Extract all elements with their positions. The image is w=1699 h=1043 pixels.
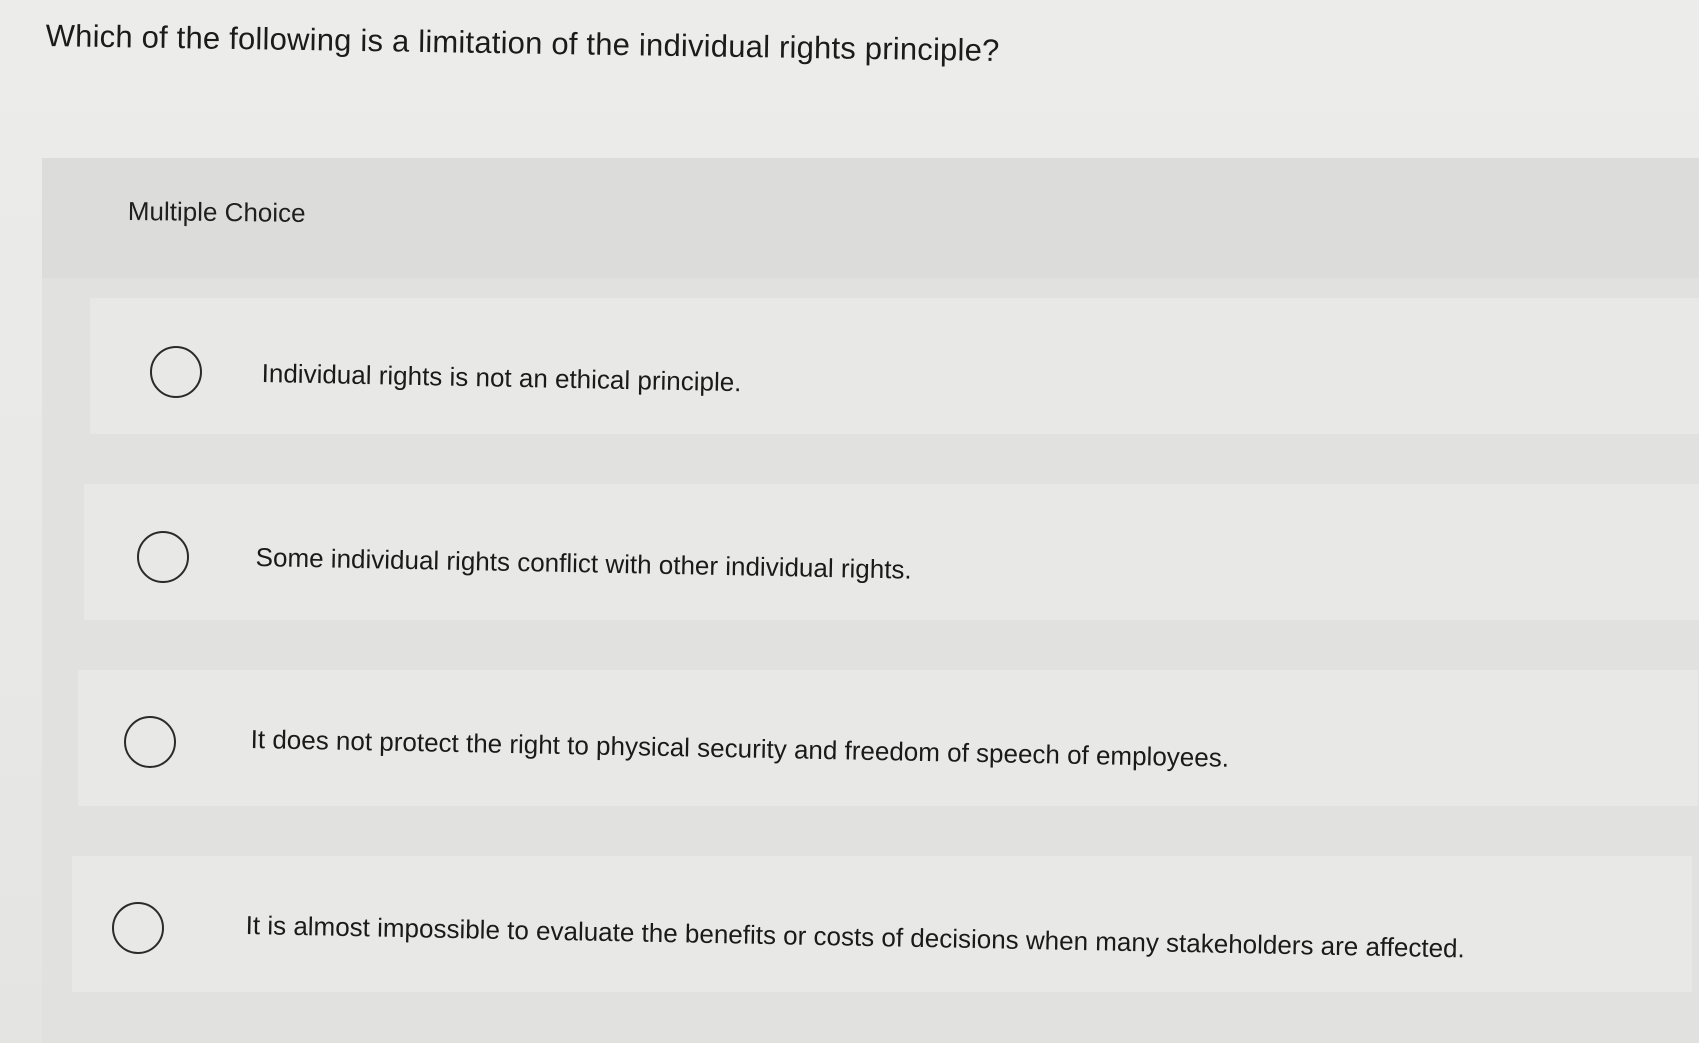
question-text: Which of the following is a limitation o… (45, 18, 1000, 68)
multiple-choice-label: Multiple Choice (127, 196, 306, 228)
radio-button-icon[interactable] (150, 346, 202, 398)
radio-button-icon[interactable] (112, 902, 164, 954)
radio-button-icon[interactable] (124, 716, 176, 768)
panel-header: Multiple Choice (42, 158, 1699, 278)
answer-option-label[interactable]: It does not protect the right to physica… (250, 724, 1229, 774)
radio-button-icon[interactable] (137, 531, 189, 583)
answer-panel: Multiple Choice Individual rights is not… (42, 158, 1699, 1043)
answer-option[interactable]: Some individual rights conflict with oth… (84, 484, 1699, 620)
answer-option-label[interactable]: Individual rights is not an ethical prin… (261, 358, 741, 398)
answer-option[interactable]: Individual rights is not an ethical prin… (90, 298, 1699, 434)
quiz-page: Which of the following is a limitation o… (0, 0, 1699, 1043)
answer-option[interactable]: It does not protect the right to physica… (78, 670, 1698, 806)
answer-options: Individual rights is not an ethical prin… (42, 278, 1699, 1043)
answer-option[interactable]: It is almost impossible to evaluate the … (72, 856, 1692, 992)
answer-option-label[interactable]: It is almost impossible to evaluate the … (245, 910, 1465, 964)
answer-option-label[interactable]: Some individual rights conflict with oth… (255, 542, 912, 586)
